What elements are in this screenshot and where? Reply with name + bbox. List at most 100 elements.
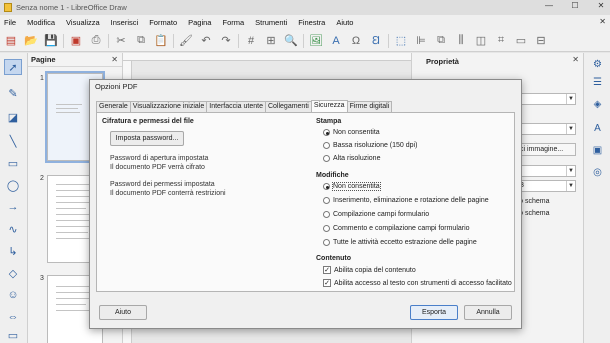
radio-button[interactable] bbox=[323, 183, 330, 190]
tab-collegamenti[interactable]: Collegamenti bbox=[264, 101, 312, 112]
new-icon[interactable]: ▤ bbox=[3, 33, 19, 49]
toggle-extrusion-icon[interactable]: ⊟ bbox=[533, 33, 549, 49]
tab-firme-digitali[interactable]: Firme digitali bbox=[346, 101, 393, 112]
zoom-icon[interactable]: 🔍 bbox=[283, 33, 299, 49]
line-icon[interactable]: ╲ bbox=[4, 133, 22, 149]
special-character-icon[interactable]: Ω bbox=[348, 33, 364, 49]
open-icon[interactable]: 📂 bbox=[23, 33, 39, 49]
rectangle-icon[interactable]: ▭ bbox=[4, 155, 22, 171]
checkbox[interactable]: ✓ bbox=[323, 266, 331, 274]
sidebar-dropdown[interactable]: 3▼ bbox=[516, 180, 576, 192]
menu-strumenti[interactable]: Strumenti bbox=[255, 18, 287, 27]
changes-option[interactable]: Non consentita bbox=[323, 182, 381, 191]
line-color-icon[interactable]: ✎ bbox=[4, 85, 22, 101]
toolbar-separator bbox=[238, 33, 239, 48]
chevron-down-icon: ▼ bbox=[566, 181, 575, 191]
paste-icon[interactable]: 📋 bbox=[153, 33, 169, 49]
printing-option[interactable]: Bassa risoluzione (150 dpi) bbox=[323, 142, 417, 149]
menu-modifica[interactable]: Modifica bbox=[27, 18, 55, 27]
insert-image-icon[interactable]: 🖼 bbox=[308, 33, 324, 49]
changes-option[interactable]: Commento e compilazione campi formulario bbox=[323, 225, 470, 232]
gear-icon[interactable]: ⚙ bbox=[590, 57, 605, 72]
help-button[interactable]: Aiuto bbox=[99, 305, 147, 320]
menu-file[interactable]: File bbox=[4, 18, 16, 27]
tab-interfaccia-utente[interactable]: Interfaccia utente bbox=[206, 101, 266, 112]
tab-sicurezza[interactable]: Sicurezza bbox=[310, 100, 348, 112]
menu-aiuto[interactable]: Aiuto bbox=[336, 18, 353, 27]
tab-generale[interactable]: Generale bbox=[96, 101, 131, 112]
redo-icon[interactable]: ↷ bbox=[218, 33, 234, 49]
close-document-icon[interactable]: ✕ bbox=[599, 17, 606, 26]
block-arrows-icon[interactable]: ⇔ bbox=[4, 309, 22, 325]
properties-icon[interactable]: ☰ bbox=[590, 75, 605, 90]
fontwork-icon[interactable]: Ꞛ bbox=[368, 33, 384, 49]
radio-button[interactable] bbox=[323, 225, 330, 232]
menu-inserisci[interactable]: Inserisci bbox=[111, 18, 139, 27]
transformations-icon[interactable]: ⬚ bbox=[393, 33, 409, 49]
content-option[interactable]: ✓ Abilita copia del contenuto bbox=[323, 266, 416, 274]
changes-option[interactable]: Compilazione campi formulario bbox=[323, 211, 429, 218]
clone-formatting-icon[interactable]: 🖌 bbox=[178, 33, 194, 49]
fontwork-icon[interactable]: A bbox=[590, 121, 605, 136]
curve-icon[interactable]: ∿ bbox=[4, 221, 22, 237]
content-option[interactable]: ✓ Abilita accesso al testo con strumenti … bbox=[323, 279, 512, 287]
close-icon[interactable]: ✕ bbox=[594, 1, 608, 10]
lines-arrows-icon[interactable]: → bbox=[4, 199, 22, 215]
print-icon[interactable]: ⎙ bbox=[88, 33, 104, 49]
tab-visualizzazione-iniziale[interactable]: Visualizzazione iniziale bbox=[129, 101, 208, 112]
distribute-icon[interactable]: ⫼ bbox=[453, 33, 469, 49]
printing-option[interactable]: Non consentita bbox=[323, 129, 380, 136]
menu-forma[interactable]: Forma bbox=[222, 18, 244, 27]
printing-option-label: Alta risoluzione bbox=[333, 155, 381, 162]
shadow-icon[interactable]: ◫ bbox=[473, 33, 489, 49]
ellipse-icon[interactable]: ◯ bbox=[4, 177, 22, 193]
menu-formato[interactable]: Formato bbox=[149, 18, 177, 27]
printing-option[interactable]: Alta risoluzione bbox=[323, 155, 380, 162]
maximize-icon[interactable]: ☐ bbox=[568, 1, 582, 10]
select-arrow-icon[interactable]: ➚ bbox=[4, 59, 22, 75]
checkbox[interactable]: ✓ bbox=[323, 279, 331, 287]
navigator-icon[interactable]: ◎ bbox=[590, 165, 605, 180]
basic-shapes-icon[interactable]: ◇ bbox=[4, 265, 22, 281]
symbol-shapes-icon[interactable]: ☺ bbox=[4, 287, 22, 303]
sidebar-dropdown[interactable]: ▼ bbox=[516, 93, 576, 105]
fill-color-icon[interactable]: ◪ bbox=[4, 109, 22, 125]
crop-icon[interactable]: ⌗ bbox=[493, 33, 509, 49]
sidebar-dropdown[interactable]: ▼ bbox=[516, 165, 576, 177]
display-views-icon[interactable]: ▭ bbox=[513, 33, 529, 49]
save-icon[interactable]: 💾 bbox=[43, 33, 59, 49]
menu-finestra[interactable]: Finestra bbox=[298, 18, 325, 27]
export-button[interactable]: Esporta bbox=[410, 305, 458, 320]
set-password-button[interactable]: Imposta password... bbox=[110, 131, 184, 146]
cut-icon[interactable]: ✂ bbox=[113, 33, 129, 49]
gallery-icon[interactable]: ▣ bbox=[590, 143, 605, 158]
radio-button[interactable] bbox=[323, 211, 330, 218]
insert-image-button[interactable]: ci immagine... bbox=[516, 143, 576, 156]
sidebar-dropdown[interactable]: ▼ bbox=[516, 123, 576, 135]
radio-button[interactable] bbox=[323, 197, 330, 204]
changes-option[interactable]: Inserimento, eliminazione e rotazione de… bbox=[323, 197, 489, 204]
flowchart-icon[interactable]: ▭ bbox=[4, 327, 22, 343]
minimize-icon[interactable]: — bbox=[542, 1, 556, 10]
styles-icon[interactable]: ◈ bbox=[590, 97, 605, 112]
radio-button[interactable] bbox=[323, 155, 330, 162]
insert-textbox-icon[interactable]: A bbox=[328, 33, 344, 49]
connector-icon[interactable]: ↳ bbox=[4, 243, 22, 259]
chevron-down-icon: ▼ bbox=[566, 166, 575, 176]
align-icon[interactable]: ⊫ bbox=[413, 33, 429, 49]
radio-button[interactable] bbox=[323, 129, 330, 136]
menu-visualizza[interactable]: Visualizza bbox=[66, 18, 100, 27]
arrange-icon[interactable]: ⧉ bbox=[433, 33, 449, 49]
undo-icon[interactable]: ↶ bbox=[198, 33, 214, 49]
menu-pagina[interactable]: Pagina bbox=[188, 18, 211, 27]
copy-icon[interactable]: ⧉ bbox=[133, 33, 149, 49]
cancel-button[interactable]: Annulla bbox=[464, 305, 512, 320]
grid-icon[interactable]: # bbox=[243, 33, 259, 49]
radio-button[interactable] bbox=[323, 239, 330, 246]
radio-button[interactable] bbox=[323, 142, 330, 149]
helplines-icon[interactable]: ⊞ bbox=[263, 33, 279, 49]
export-pdf-icon[interactable]: ▣ bbox=[68, 33, 84, 49]
close-sidebar-icon[interactable]: ✕ bbox=[572, 55, 579, 64]
close-panel-icon[interactable]: ✕ bbox=[111, 55, 118, 64]
changes-option[interactable]: Tutte le attività eccetto estrazione del… bbox=[323, 239, 477, 246]
